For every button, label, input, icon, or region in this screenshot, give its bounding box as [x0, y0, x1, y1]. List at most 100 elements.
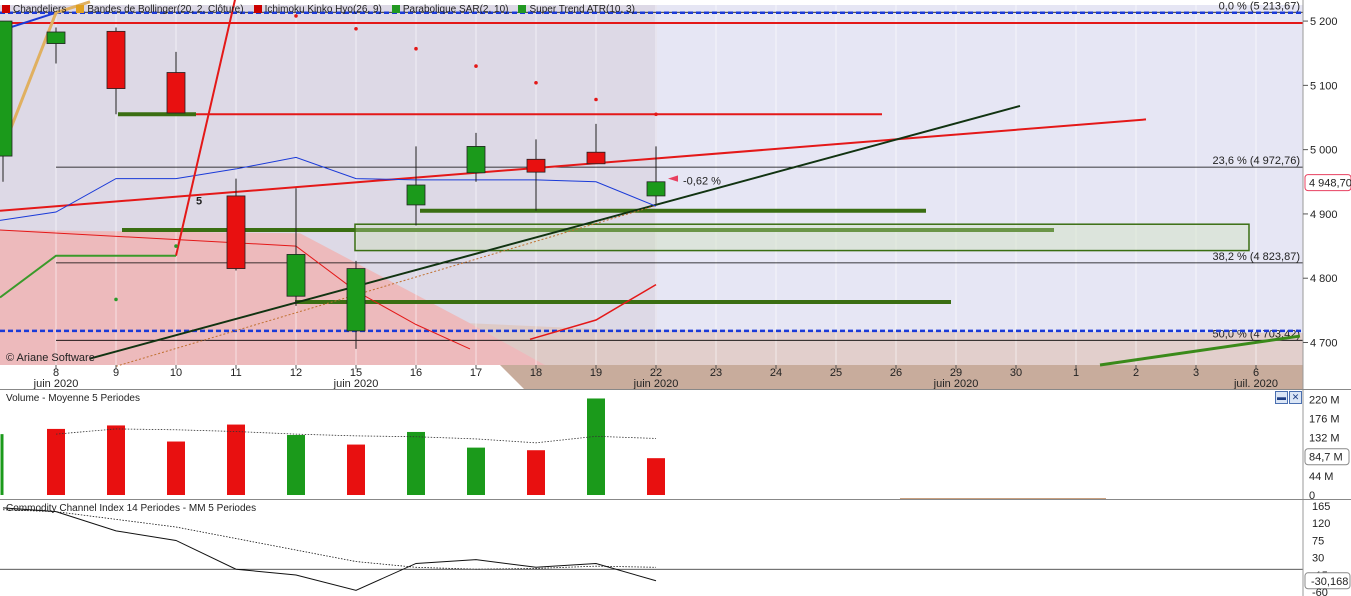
legend-swatch: [518, 5, 527, 13]
consolidation-box: [354, 223, 1250, 252]
legend-item[interactable]: Bandes de Bollinger(20, 2, Clôture): [76, 2, 244, 16]
candle-body: [0, 20, 13, 157]
x-tick-label: 3: [1193, 367, 1199, 379]
x-tick-label: 11: [230, 367, 241, 379]
fib-label: 23,6 % (4 972,76): [1213, 155, 1300, 167]
cci-last-label: -30,168: [1311, 576, 1348, 588]
volume-tick-label: 84,7 M: [1309, 452, 1343, 464]
y-tick-label: 5 000: [1310, 145, 1338, 157]
legend-item[interactable]: Parabolique SAR(2, 10): [391, 2, 509, 16]
cci-title: Commodity Channel Index 14 Periodes - MM…: [6, 503, 257, 514]
volume-axis-area: [1303, 390, 1351, 500]
candle-body: [226, 195, 246, 269]
volume-bar: [167, 441, 185, 495]
month-label: juil. 2020: [1233, 378, 1278, 390]
sar-dot: [354, 26, 358, 31]
price-panel[interactable]: 0,0 % (5 213,67) 23,6 % (4 972,76) 38,2 % …: [0, 0, 1351, 390]
y-tick-label: 4 700: [1310, 338, 1338, 350]
legend-swatch: [2, 5, 10, 13]
x-tick-label: 18: [530, 367, 542, 379]
y-tick-label: 5 200: [1310, 16, 1338, 28]
sar-dot: [114, 297, 118, 302]
candle-body: [466, 146, 486, 174]
volume-title: Volume - Moyenne 5 Periodes: [6, 393, 140, 404]
volume-tick-label: 220 M: [1309, 394, 1340, 406]
cci-tick-label: 75: [1312, 535, 1324, 547]
month-label: juin 2020: [933, 378, 979, 390]
legend-item[interactable]: Ichimoku Kinko Hyo(26, 9): [253, 2, 382, 16]
cci-background: [0, 500, 1303, 596]
change-label: -0,62 %: [683, 175, 721, 187]
volume-bar: [347, 444, 365, 495]
volume-bar: [227, 424, 245, 495]
cci-chart[interactable]: 1651207530-15-30,168-60: [0, 500, 1351, 596]
wave-label: 5: [196, 195, 202, 207]
legend-item[interactable]: Super Trend ATR(10, 3): [518, 2, 635, 16]
sar-dot: [414, 46, 418, 51]
candle-body: [106, 30, 126, 89]
volume-bar: [407, 431, 425, 495]
legend-label: Chandeliers: [13, 3, 67, 15]
price-chart[interactable]: 0,0 % (5 213,67) 23,6 % (4 972,76) 38,2 % …: [0, 0, 1351, 390]
fib-label: 0,0 % (5 213,67): [1219, 0, 1300, 12]
legend-item[interactable]: Chandeliers: [2, 2, 66, 16]
minimize-panel-icon[interactable]: ▬: [1275, 391, 1288, 404]
cci-tick-label: -60: [1312, 587, 1328, 596]
last-price-label: 4 948,70: [1309, 178, 1351, 190]
x-tick-label: 2: [1133, 367, 1139, 379]
candle-body: [346, 268, 366, 332]
sar-dot: [534, 80, 538, 85]
x-tick-label: 9: [113, 367, 119, 379]
volume-tick-label: 132 M: [1309, 433, 1340, 445]
legend-swatch: [391, 5, 400, 13]
volume-panel[interactable]: 220 M 176 M 132 M 84,7 M 44 M 0 Volume - Moye…: [0, 390, 1351, 500]
x-tick-label: 12: [290, 367, 302, 379]
y-tick-label: 4 800: [1310, 273, 1338, 285]
close-panel-icon[interactable]: ✕: [1289, 391, 1302, 404]
cci-tick-label: 165: [1312, 501, 1330, 513]
x-tick-label: 16: [410, 367, 422, 379]
indicator-legend: Chandeliers Bandes de Bollinger(20, 2, Cl…: [2, 2, 635, 16]
x-tick-label: 1: [1073, 367, 1079, 379]
cci-tick-label: 30: [1312, 553, 1324, 565]
legend-label: Parabolique SAR(2, 10): [402, 3, 509, 15]
x-tick-label: 17: [470, 367, 482, 379]
sar-dot: [594, 97, 598, 102]
candle-body: [526, 158, 546, 173]
x-tick-label: 30: [1010, 367, 1022, 379]
x-tick-label: 23: [710, 367, 722, 379]
volume-bar: [527, 450, 545, 495]
fib-label: 38,2 % (4 823,87): [1213, 251, 1300, 263]
x-tick-label: 19: [590, 367, 602, 379]
volume-bar: [287, 435, 305, 495]
legend-label: Bandes de Bollinger(20, 2, Clôture): [87, 3, 244, 15]
volume-bar: [467, 447, 485, 495]
copyright: © Ariane Software: [6, 352, 95, 364]
volume-tick-label: 44 M: [1309, 471, 1333, 483]
y-tick-label: 5 100: [1310, 80, 1338, 92]
candle-body: [286, 254, 306, 297]
volume-bar: [107, 425, 125, 495]
x-tick-label: 24: [770, 367, 782, 379]
month-label: juin 2020: [33, 378, 79, 390]
cci-panel[interactable]: 1651207530-15-30,168-60 Commodity Channe…: [0, 500, 1351, 596]
sar-dot: [174, 244, 178, 248]
legend-label: Ichimoku Kinko Hyo(26, 9): [264, 3, 382, 15]
y-tick-label: 4 900: [1310, 209, 1338, 221]
sar-dot: [654, 112, 658, 117]
volume-tick-label: 176 M: [1309, 413, 1340, 425]
legend-swatch: [253, 5, 262, 13]
legend-swatch: [76, 5, 85, 13]
cci-tick-label: 120: [1312, 518, 1330, 530]
candle-body: [46, 31, 66, 44]
candle-body: [586, 151, 606, 165]
candle-body: [166, 72, 186, 114]
volume-tick-label: 0: [1309, 490, 1315, 500]
month-label: juin 2020: [633, 378, 679, 390]
x-tick-label: 10: [170, 367, 182, 379]
volume-chart[interactable]: 220 M 176 M 132 M 84,7 M 44 M 0: [0, 390, 1351, 500]
x-tick-label: 26: [890, 367, 902, 379]
candle-body: [646, 181, 666, 197]
volume-bar: [47, 428, 65, 495]
volume-bar: [587, 398, 605, 495]
